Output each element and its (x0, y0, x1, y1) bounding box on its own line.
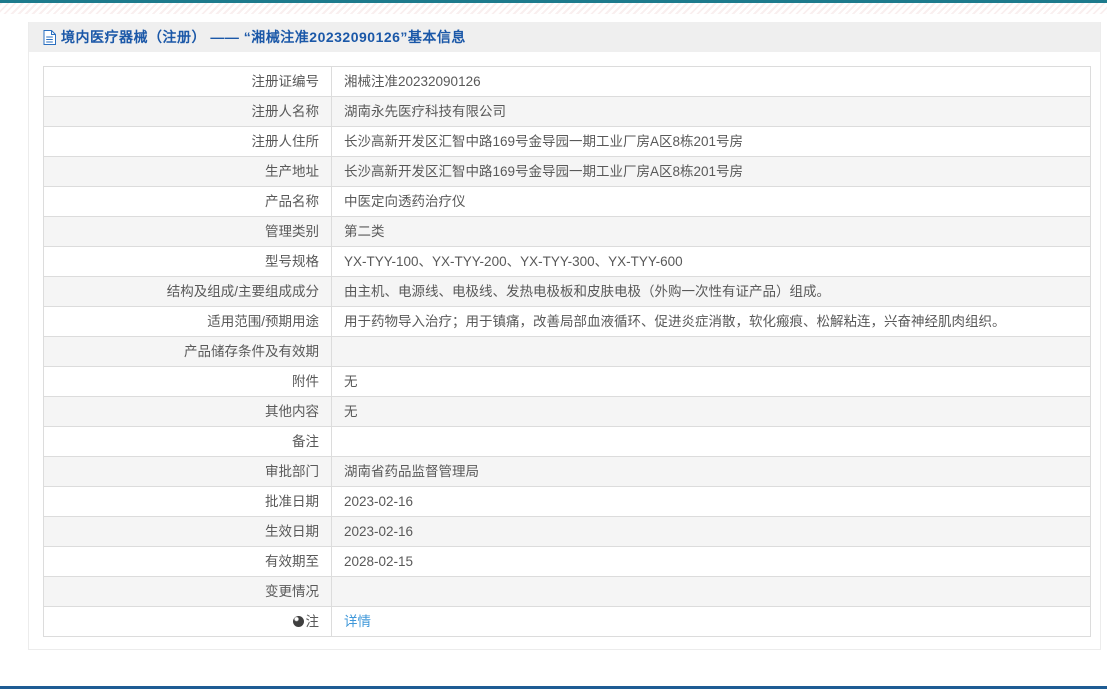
table-row: 结构及组成/主要组成成分 由主机、电源线、电极线、发热电极板和皮肤电极（外购一次性… (43, 276, 1091, 307)
info-table-body: 注册证编号 湘械注准20232090126 注册人名称 湖南永先医疗科技有限公司 注册人… (43, 66, 1091, 637)
row-label: 审批部门 (43, 456, 332, 487)
document-icon (43, 29, 56, 45)
info-table: 注册证编号 湘械注准20232090126 注册人名称 湖南永先医疗科技有限公司 注册人… (43, 66, 1091, 637)
row-label: 其他内容 (43, 396, 332, 427)
page-title: 境内医疗器械（注册） —— “湘械注准20232090126”基本信息 (61, 29, 466, 45)
content-area: 境内医疗器械（注册） —— “湘械注准20232090126”基本信息 注册证编… (0, 14, 1107, 650)
row-value: 2023-02-16 (331, 516, 1091, 547)
table-row: 其他内容无 (43, 396, 1091, 427)
row-label: 适用范围/预期用途 (43, 306, 332, 337)
table-row: 变更情况 (43, 576, 1091, 607)
row-label: 批准日期 (43, 486, 332, 517)
info-panel: 境内医疗器械（注册） —— “湘械注准20232090126”基本信息 注册证编… (28, 22, 1101, 650)
row-value: 长沙高新开发区汇智中路169号金导园一期工业厂房A区8栋201号房 (331, 156, 1091, 187)
table-row: 备注 (43, 426, 1091, 457)
row-label: 附件 (43, 366, 332, 397)
row-value: 第二类 (331, 216, 1091, 247)
table-row: 有效期至 2028-02-15 (43, 546, 1091, 577)
row-value: 无 (331, 396, 1091, 427)
row-label: 备注 (43, 426, 332, 457)
table-wrap: 注册证编号 湘械注准20232090126 注册人名称 湖南永先医疗科技有限公司 注册人… (29, 52, 1100, 649)
table-row: 生效日期 2023-02-16 (43, 516, 1091, 547)
table-row: 产品名称 中医定向透药治疗仪 (43, 186, 1091, 217)
row-label: 注 (43, 606, 332, 637)
striped-background-band (0, 3, 1107, 14)
row-label: 生产地址 (43, 156, 332, 187)
bottom-accent-line (0, 686, 1107, 689)
details-link[interactable]: 详情 (344, 614, 371, 629)
row-value: 由主机、电源线、电极线、发热电极板和皮肤电极（外购一次性有证产品）组成。 (331, 276, 1091, 307)
row-value: 湖南省药品监督管理局 (331, 456, 1091, 487)
row-label: 注册证编号 (43, 66, 332, 97)
row-value: 2028-02-15 (331, 546, 1091, 577)
table-row: 产品储存条件及有效期 (43, 336, 1091, 367)
table-row: 注册人名称 湖南永先医疗科技有限公司 (43, 96, 1091, 127)
table-row: 注详情 (43, 606, 1091, 637)
row-value (331, 336, 1091, 367)
table-row: 适用范围/预期用途 用于药物导入治疗；用于镇痛，改善局部血液循环、促进炎症消散，软… (43, 306, 1091, 337)
row-value: 长沙高新开发区汇智中路169号金导园一期工业厂房A区8栋201号房 (331, 126, 1091, 157)
row-value (331, 426, 1091, 457)
row-label: 产品名称 (43, 186, 332, 217)
row-label: 有效期至 (43, 546, 332, 577)
table-row: 审批部门 湖南省药品监督管理局 (43, 456, 1091, 487)
table-row: 管理类别 第二类 (43, 216, 1091, 247)
row-value (331, 576, 1091, 607)
row-value: 无 (331, 366, 1091, 397)
row-value: YX-TYY-100、YX-TYY-200、YX-TYY-300、YX-TYY-… (331, 246, 1091, 277)
row-label: 管理类别 (43, 216, 332, 247)
table-row: 附件无 (43, 366, 1091, 397)
row-value: 详情 (331, 606, 1091, 637)
row-value: 用于药物导入治疗；用于镇痛，改善局部血液循环、促进炎症消散，软化瘢痕、松解粘连，… (331, 306, 1091, 337)
panel-header: 境内医疗器械（注册） —— “湘械注准20232090126”基本信息 (29, 22, 1100, 52)
row-label: 注册人名称 (43, 96, 332, 127)
row-label: 变更情况 (43, 576, 332, 607)
row-label: 产品储存条件及有效期 (43, 336, 332, 367)
row-value: 湘械注准20232090126 (331, 66, 1091, 97)
row-value: 湖南永先医疗科技有限公司 (331, 96, 1091, 127)
row-label: 注册人住所 (43, 126, 332, 157)
row-value: 2023-02-16 (331, 486, 1091, 517)
table-row: 注册证编号 湘械注准20232090126 (43, 66, 1091, 97)
row-value: 中医定向透药治疗仪 (331, 186, 1091, 217)
row-label: 型号规格 (43, 246, 332, 277)
table-row: 注册人住所 长沙高新开发区汇智中路169号金导园一期工业厂房A区8栋201号房 (43, 126, 1091, 157)
table-row: 生产地址 长沙高新开发区汇智中路169号金导园一期工业厂房A区8栋201号房 (43, 156, 1091, 187)
row-label: 生效日期 (43, 516, 332, 547)
note-icon (292, 616, 304, 627)
table-row: 批准日期 2023-02-16 (43, 486, 1091, 517)
table-row: 型号规格 YX-TYY-100、YX-TYY-200、YX-TYY-300、YX-… (43, 246, 1091, 277)
row-label: 结构及组成/主要组成成分 (43, 276, 332, 307)
